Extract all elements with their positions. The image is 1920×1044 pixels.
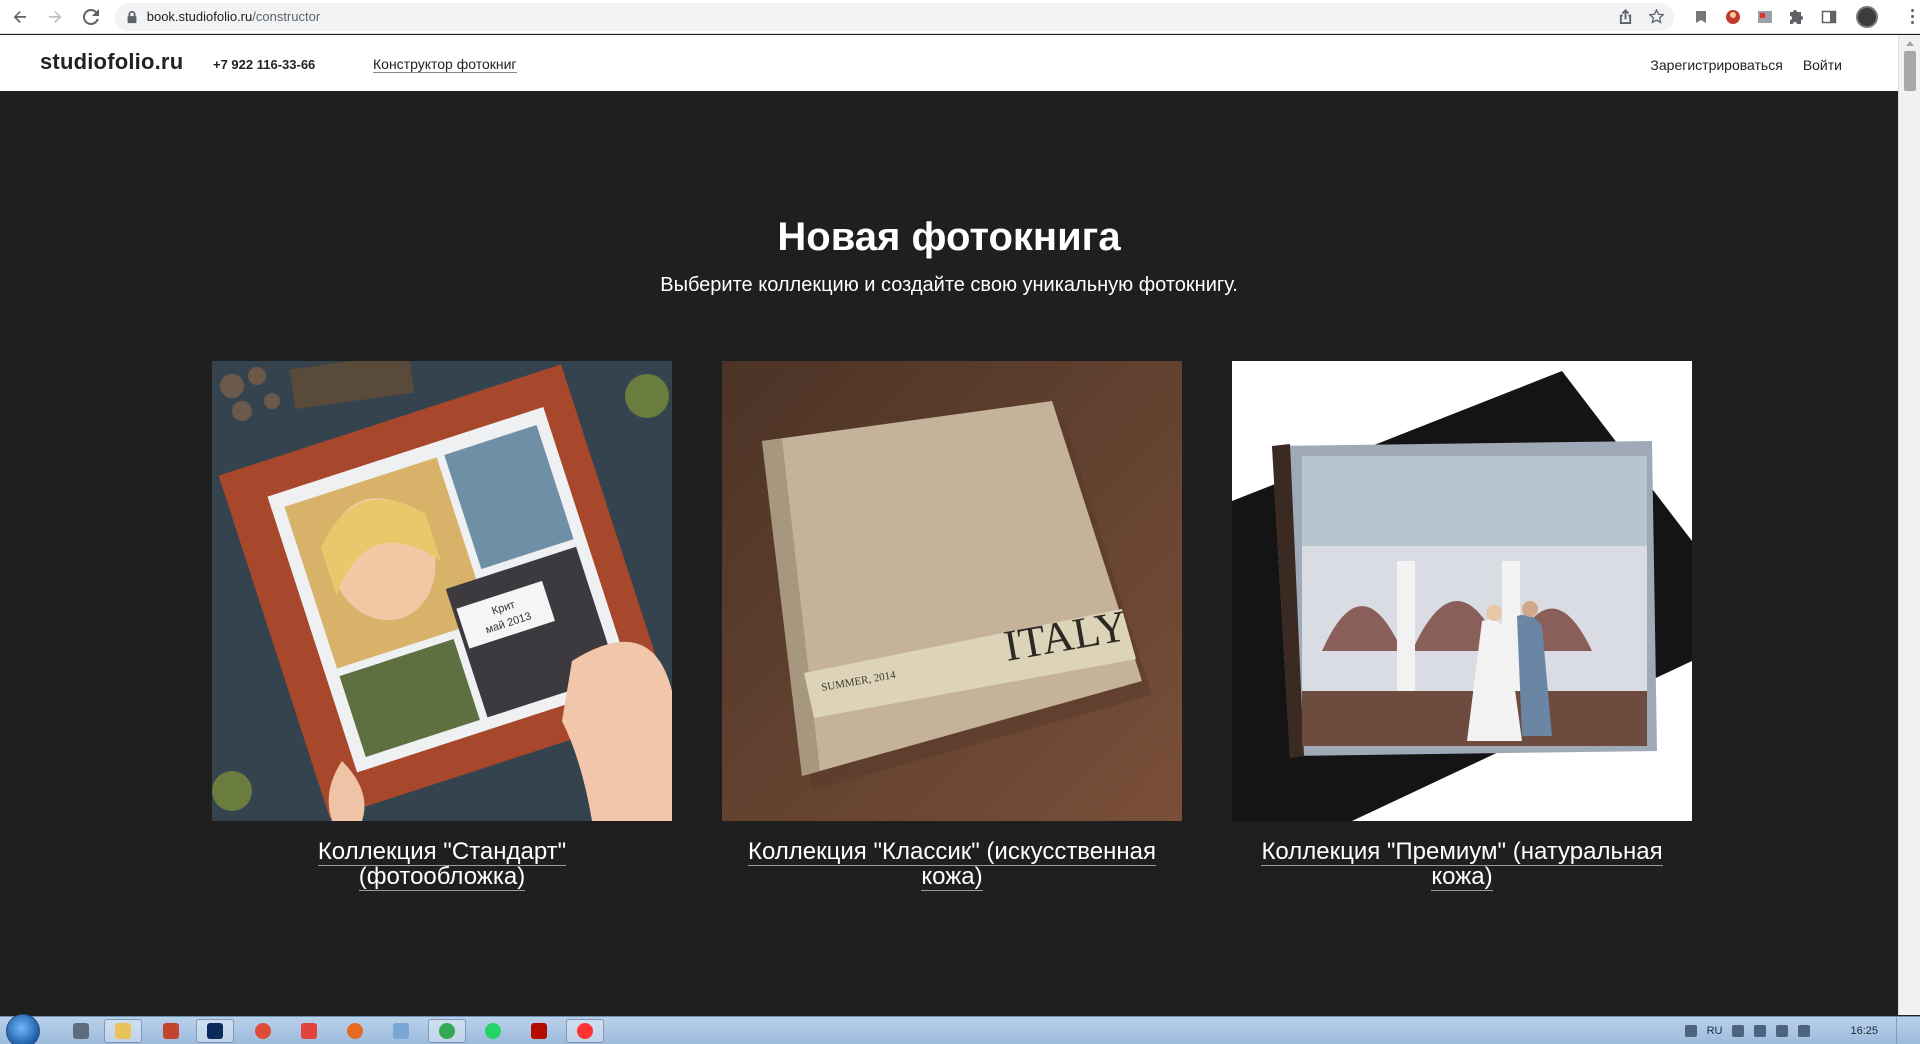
main-content: Новая фотокнига Выберите коллекцию и соз…	[0, 91, 1898, 1016]
start-button[interactable]	[6, 1014, 40, 1044]
nav-link-constructor[interactable]: Конструктор фотокниг	[373, 57, 517, 73]
browser-toolbar: book.studiofolio.ru/constructor	[0, 0, 1920, 34]
forward-arrow-icon	[49, 10, 62, 23]
extensions-puzzle-icon[interactable]	[1788, 8, 1806, 26]
collection-image-classic[interactable]: SUMMER, 2014 ITALY	[722, 361, 1182, 821]
network-icon[interactable]	[1776, 1025, 1789, 1037]
clock[interactable]: 16:25	[1850, 1025, 1878, 1037]
taskbar-calculator[interactable]	[62, 1019, 100, 1043]
taskbar-firefox[interactable]	[336, 1019, 374, 1043]
firefox-icon	[347, 1023, 363, 1039]
collection-image-standard[interactable]: Крит май 2013	[212, 361, 672, 821]
action-center-icon[interactable]	[1684, 1025, 1697, 1037]
collection-link-classic[interactable]: Коллекция "Классик" (искусственная кожа)	[748, 838, 1156, 891]
chrome-icon	[255, 1023, 271, 1039]
power-icon[interactable]	[1798, 1025, 1811, 1037]
forward-button[interactable]	[40, 1, 72, 33]
scroll-thumb[interactable]	[1904, 51, 1916, 91]
page-subtitle: Выберите коллекцию и создайте свою уника…	[660, 274, 1238, 296]
browser-menu-icon[interactable]	[1904, 9, 1920, 24]
taskbar-chrome-2[interactable]	[428, 1019, 466, 1043]
site-logo[interactable]: studiofolio.ru	[40, 49, 183, 75]
taskbar-acrobat[interactable]	[520, 1019, 558, 1043]
taskbar-yandex-2[interactable]	[566, 1019, 604, 1043]
extension-avatar-icon[interactable]	[1724, 8, 1742, 26]
collection-link-standard[interactable]: Коллекция "Стандарт" (фотообложка)	[317, 838, 567, 891]
collection-card-premium[interactable]: Коллекция "Премиум" (натуральная кожа)	[1232, 361, 1692, 891]
extension-reader-icon[interactable]	[1692, 8, 1710, 26]
extension-gallery-icon[interactable]	[1756, 8, 1774, 26]
collection-card-standard[interactable]: Крит май 2013 Коллекция "Стандарт" (фото…	[212, 361, 672, 891]
register-link[interactable]: Зарегистрироваться	[1650, 57, 1782, 73]
taskbar-app-2[interactable]	[382, 1019, 420, 1043]
show-hidden-icons-icon[interactable]	[1732, 1025, 1745, 1037]
address-bar[interactable]: book.studiofolio.ru/constructor	[114, 2, 1674, 31]
profile-avatar[interactable]	[1856, 5, 1878, 28]
login-link[interactable]: Войти	[1803, 57, 1842, 73]
collection-link-premium[interactable]: Коллекция "Премиум" (натуральная кожа)	[1261, 838, 1663, 891]
taskbar-yandex-1[interactable]	[290, 1019, 328, 1043]
photoshop-icon	[207, 1023, 223, 1039]
reload-icon	[82, 8, 99, 25]
system-tray: RU 16:25	[1684, 1017, 1920, 1044]
reload-button[interactable]	[75, 1, 107, 33]
url-host: book.studiofolio.ru	[146, 9, 253, 24]
yandex-browser-icon	[577, 1023, 593, 1039]
collection-image-premium[interactable]	[1232, 361, 1692, 821]
collection-card-classic[interactable]: SUMMER, 2014 ITALY Коллекция "Классик" (…	[722, 361, 1182, 891]
taskbar-chrome-1[interactable]	[244, 1019, 282, 1043]
taskbar-whatsapp[interactable]	[474, 1019, 512, 1043]
page-title: Новая фотокнига	[777, 215, 1121, 259]
taskbar-photoshop[interactable]	[196, 1019, 234, 1043]
back-button[interactable]	[4, 1, 36, 33]
folder-icon	[115, 1023, 131, 1039]
yandex-icon	[301, 1023, 317, 1039]
app-icon	[393, 1023, 409, 1039]
back-arrow-icon	[13, 10, 26, 23]
share-icon[interactable]	[1618, 9, 1633, 24]
show-desktop-button[interactable]	[1896, 1017, 1908, 1044]
os-taskbar: RU 16:25	[0, 1014, 1920, 1044]
bookmark-star-icon[interactable]	[1649, 9, 1664, 24]
app-icon	[163, 1023, 179, 1039]
page-scrollbar[interactable]	[1898, 35, 1920, 1015]
acrobat-icon	[531, 1023, 547, 1039]
lock-icon	[127, 10, 137, 23]
side-panel-icon[interactable]	[1820, 8, 1838, 26]
whatsapp-icon	[485, 1023, 501, 1039]
taskbar-app-1[interactable]	[152, 1019, 190, 1043]
taskbar-explorer[interactable]	[104, 1019, 142, 1043]
chrome-icon	[439, 1023, 455, 1039]
volume-icon[interactable]	[1754, 1025, 1767, 1037]
language-indicator[interactable]: RU	[1707, 1025, 1723, 1037]
site-header: studiofolio.ru +7 922 116-33-66 Конструк…	[0, 35, 1898, 91]
scroll-up-arrow-icon[interactable]	[1906, 41, 1914, 46]
phone-number[interactable]: +7 922 116-33-66	[213, 57, 315, 72]
url-path: /constructor	[252, 9, 321, 24]
calculator-icon	[73, 1023, 89, 1039]
